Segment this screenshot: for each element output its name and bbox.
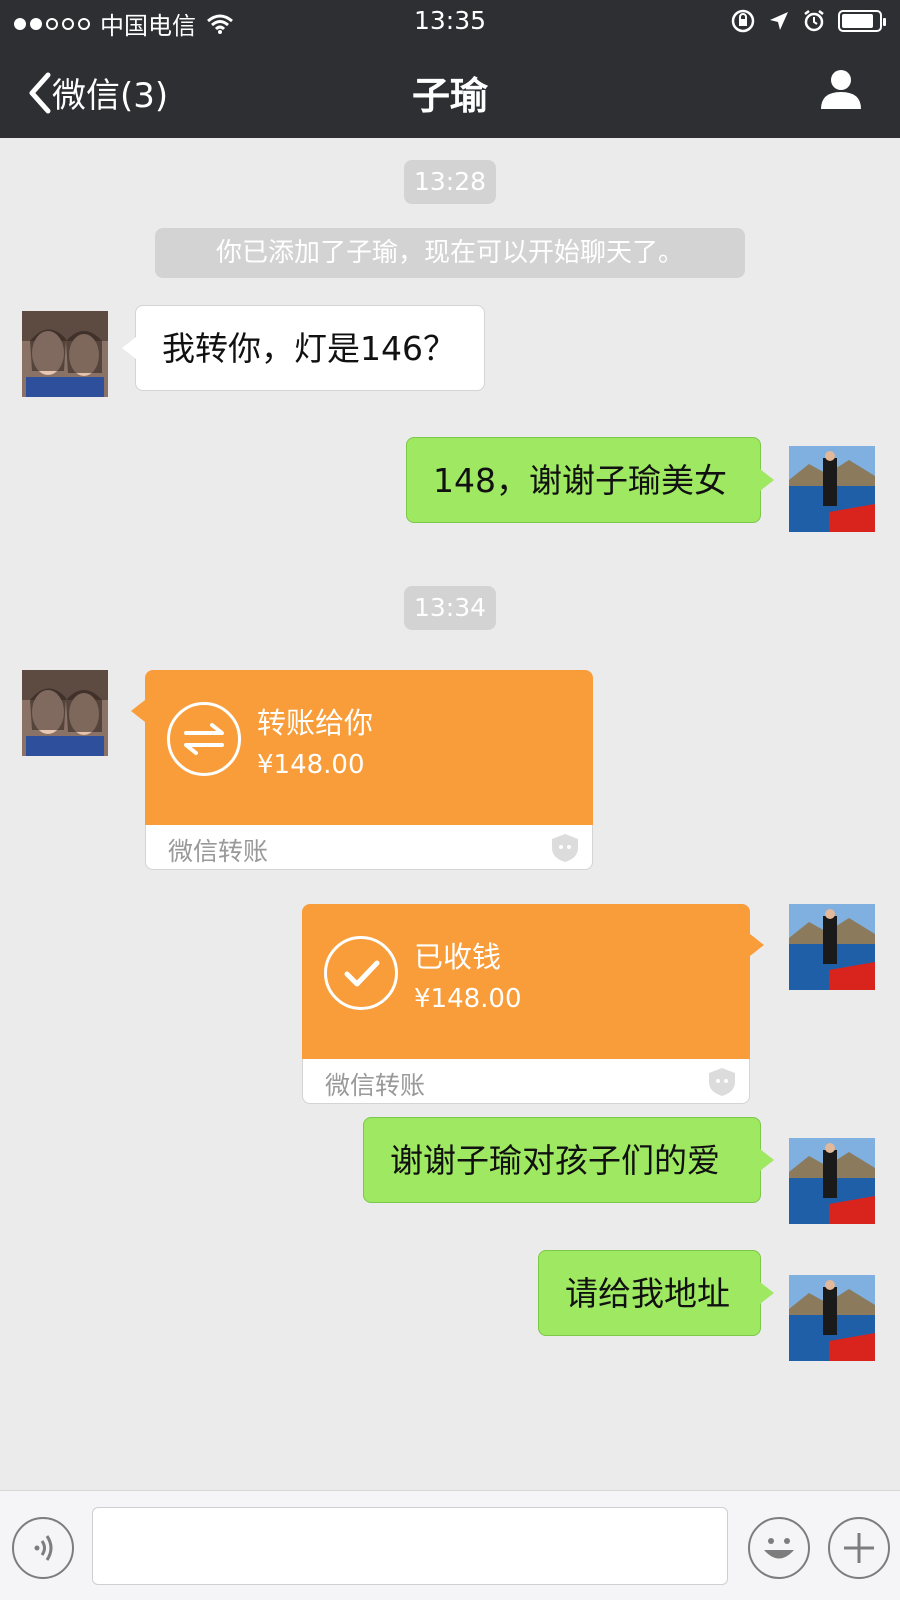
chat-title: 子瑜 [411, 74, 488, 118]
contact-avatar[interactable] [22, 311, 108, 397]
shield-icon [552, 834, 578, 862]
transfer-card-outgoing[interactable]: 已收钱 ¥148.00 微信转账 [302, 904, 764, 1104]
status-right [730, 8, 886, 34]
bubble-tail [131, 700, 145, 722]
my-avatar[interactable] [789, 446, 875, 532]
message-input-container [92, 1507, 728, 1585]
transfer-title: 转账给你 [257, 706, 374, 740]
avatar-photo [789, 904, 875, 990]
lock-rotation-icon [731, 9, 755, 33]
shield-icon [709, 1068, 735, 1096]
transfer-amount: ¥148.00 [414, 984, 522, 1014]
message-bubble-incoming[interactable]: 我转你，灯是146？ [122, 305, 485, 391]
avatar-photo [789, 1138, 875, 1224]
transfer-amount: ¥148.00 [257, 750, 365, 780]
plus-icon [844, 1533, 874, 1563]
timestamp: 13:28 [403, 160, 497, 204]
transfer-arrows-icon [167, 702, 241, 776]
transfer-title: 已收钱 [414, 940, 502, 974]
message-bubble-outgoing[interactable]: 148，谢谢子瑜美女 [406, 437, 774, 523]
message-bubble-outgoing[interactable]: 谢谢子瑜对孩子们的爱 [363, 1117, 774, 1203]
avatar-photo [789, 1275, 875, 1361]
my-avatar[interactable] [789, 1138, 875, 1224]
chat-area[interactable]: 13:28 你已添加了子瑜，现在可以开始聊天了。 我转你，灯是146？ 148，… [0, 138, 900, 1490]
transfer-card-incoming[interactable]: 转账给你 ¥148.00 微信转账 [131, 670, 593, 870]
transfer-card-body: 已收钱 ¥148.00 [302, 904, 750, 1059]
voice-button[interactable] [12, 1517, 74, 1579]
transfer-label: 微信转账 [168, 837, 269, 866]
message-bubble-outgoing[interactable]: 请给我地址 [538, 1250, 774, 1336]
battery-icon [838, 10, 886, 32]
status-bar: 中国电信 13:35 [0, 0, 900, 44]
emoji-icon [764, 1538, 794, 1559]
transfer-card-footer: 微信转账 [145, 825, 593, 870]
avatar-photo [789, 446, 875, 532]
avatar-photo [22, 670, 108, 756]
avatar-photo [22, 311, 108, 397]
contact-avatar[interactable] [22, 670, 108, 756]
contact-profile-icon [821, 70, 861, 109]
voice-icon [34, 1535, 53, 1561]
my-avatar[interactable] [789, 1275, 875, 1361]
input-bar [0, 1490, 900, 1600]
battery-level [842, 14, 873, 28]
transfer-card-footer: 微信转账 [302, 1059, 750, 1104]
transfer-label: 微信转账 [325, 1071, 426, 1100]
emoji-button[interactable] [748, 1517, 810, 1579]
message-input[interactable] [93, 1508, 727, 1584]
bubble-tail [750, 934, 764, 956]
contact-info-button[interactable] [820, 68, 862, 114]
nav-bar: 微信(3) 子瑜 [0, 44, 900, 138]
transfer-card-body: 转账给你 ¥148.00 [145, 670, 593, 825]
my-avatar[interactable] [789, 904, 875, 990]
timestamp: 13:34 [403, 586, 497, 630]
location-arrow-icon [770, 12, 788, 30]
alarm-icon [804, 10, 824, 32]
more-button[interactable] [828, 1517, 890, 1579]
checkmark-icon [324, 936, 398, 1010]
system-message: 你已添加了子瑜，现在可以开始聊天了。 [155, 228, 745, 278]
